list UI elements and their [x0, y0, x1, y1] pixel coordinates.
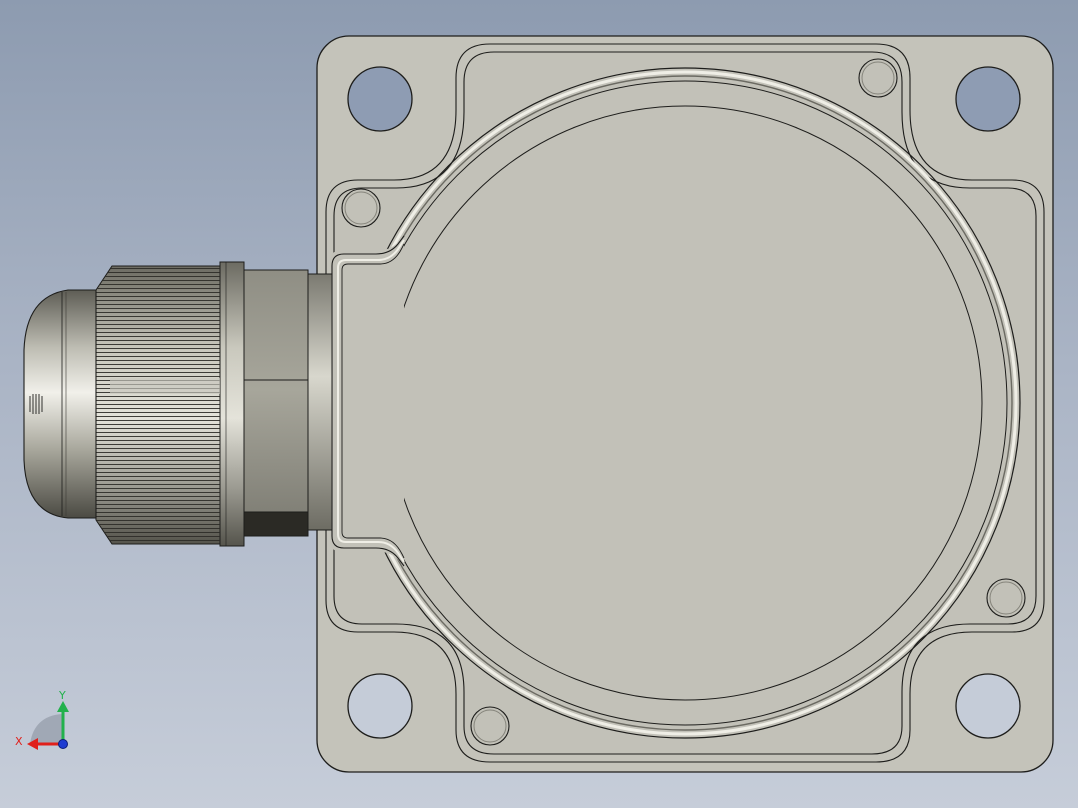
- cable-gland[interactable]: [23, 261, 333, 547]
- gland-dome-cap: [23, 289, 97, 519]
- mounting-hole-top-right[interactable]: [955, 66, 1021, 132]
- sensor-model[interactable]: Y X: [0, 0, 1078, 808]
- mounting-hole-bottom-right[interactable]: [955, 673, 1021, 739]
- orientation-triad[interactable]: Y X: [15, 689, 69, 750]
- mounting-hole-top-left[interactable]: [347, 66, 413, 132]
- gland-flange: [219, 261, 245, 547]
- triad-x-label: X: [15, 735, 23, 748]
- screw-boss-left: [341, 188, 381, 228]
- cad-viewport[interactable]: Y X: [0, 0, 1078, 808]
- screw-boss-bottom-left: [470, 706, 510, 746]
- screw-boss-top-right: [858, 58, 898, 98]
- screw-boss-right: [986, 578, 1026, 618]
- mounting-hole-bottom-left[interactable]: [347, 673, 413, 739]
- triad-plane-icon: [30, 714, 62, 744]
- cable-entry-boss: [330, 236, 404, 566]
- triad-y-label: Y: [58, 689, 66, 702]
- sensing-face[interactable]: [349, 67, 1021, 739]
- gland-neck: [305, 273, 333, 531]
- mounting-plate[interactable]: [316, 35, 1054, 773]
- gland-hex-body: [243, 269, 309, 537]
